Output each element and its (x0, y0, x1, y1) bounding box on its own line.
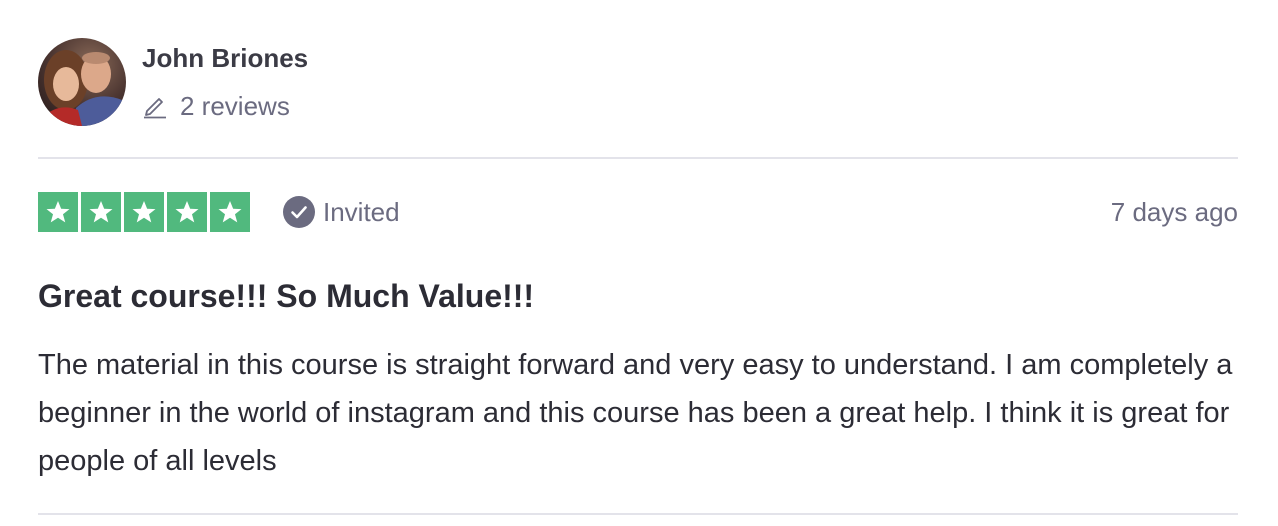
reviewer-header: John Briones 2 reviews (38, 38, 308, 126)
star-rating (38, 192, 250, 232)
divider (38, 513, 1238, 515)
reviewer-info: John Briones 2 reviews (142, 42, 308, 122)
rating-row: Invited 7 days ago (38, 192, 1238, 232)
invited-label: Invited (323, 196, 400, 227)
divider (38, 157, 1238, 159)
reviewer-name[interactable]: John Briones (142, 42, 308, 74)
invited-badge[interactable]: Invited (283, 196, 400, 228)
review-body: The material in this course is straight … (38, 349, 1233, 477)
star-icon (38, 192, 78, 232)
review-count-label: 2 reviews (180, 91, 290, 121)
review-date: 7 days ago (1110, 196, 1238, 227)
star-icon (167, 192, 207, 232)
review-card: John Briones 2 reviews Invited 7 days ag… (0, 0, 1278, 526)
check-circle-icon (283, 196, 315, 228)
star-icon (124, 192, 164, 232)
star-icon (210, 192, 250, 232)
star-icon (81, 192, 121, 232)
review-count: 2 reviews (142, 90, 308, 122)
pencil-icon (142, 93, 168, 119)
review-title[interactable]: Great course!!! So Much Value!!! (38, 276, 534, 316)
avatar[interactable] (38, 38, 126, 126)
